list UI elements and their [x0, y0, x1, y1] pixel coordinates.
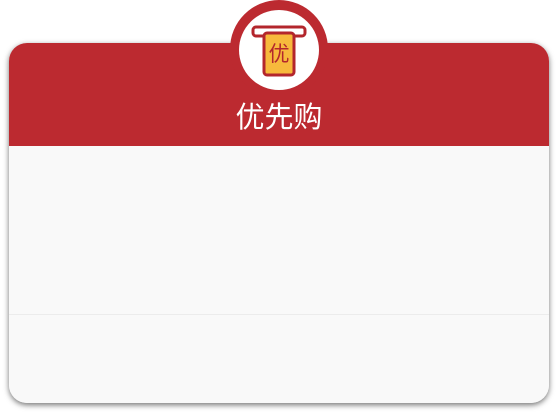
card-body — [9, 146, 549, 403]
card-content-area — [9, 146, 549, 314]
card-title: 优先购 — [235, 100, 323, 134]
priority-purchase-widget: 优先购 优 — [0, 0, 558, 416]
card-footer-area — [9, 315, 549, 403]
badge-glyph: 优 — [269, 42, 290, 66]
coupon-ticket-icon: 优 — [251, 25, 307, 77]
